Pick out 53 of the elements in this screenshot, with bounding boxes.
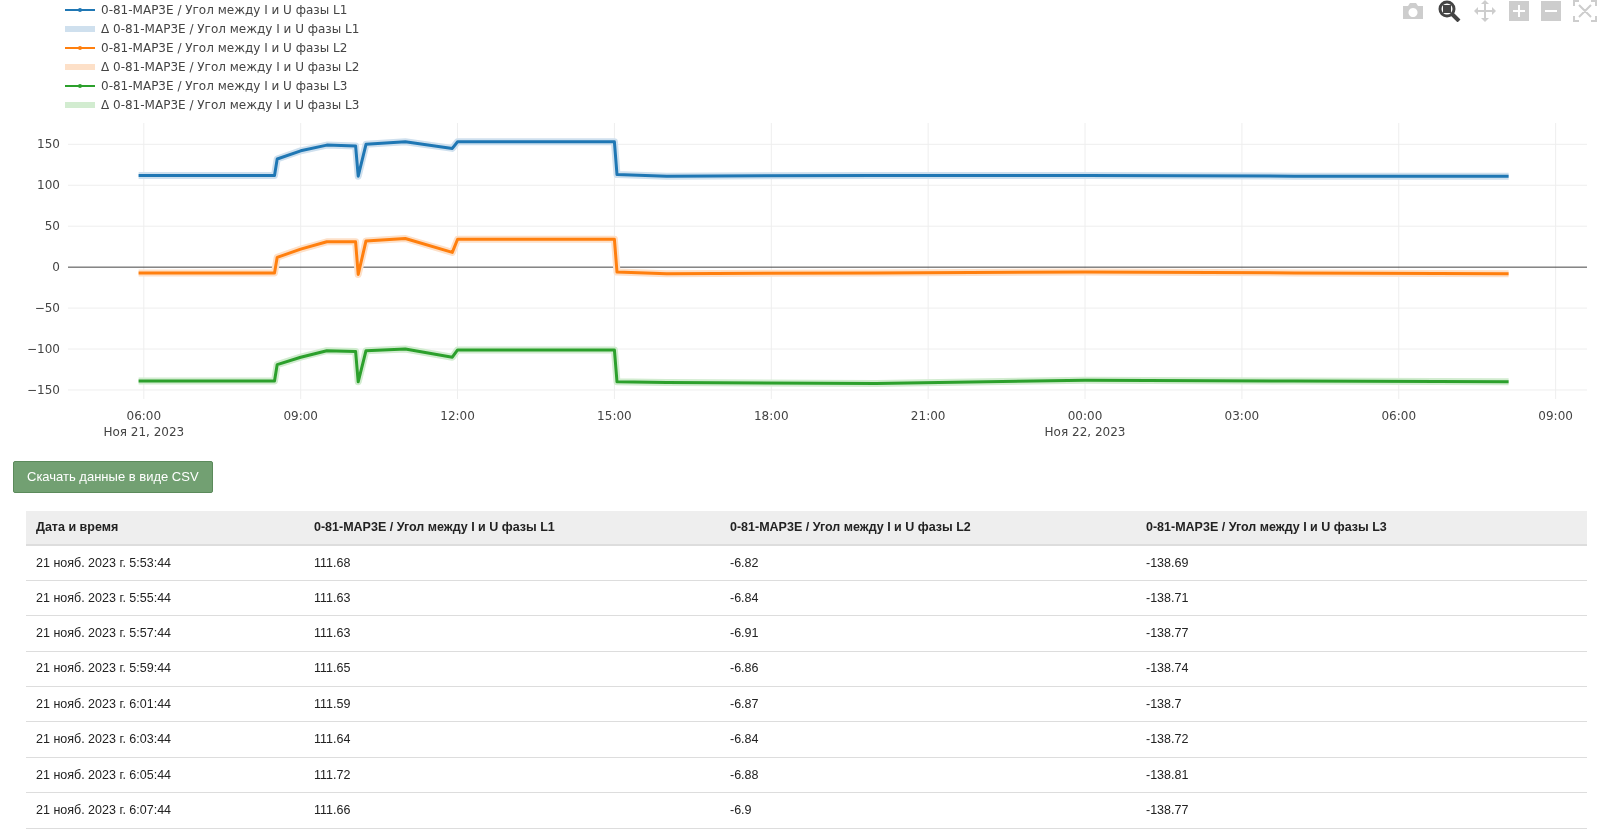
- x-tick-label: 09:00: [283, 409, 318, 423]
- table-cell: 111.68: [304, 545, 720, 581]
- x-tick-label: 21:00: [910, 409, 946, 423]
- y-tick-label: −150: [27, 383, 60, 397]
- y-tick-label: 100: [37, 178, 60, 193]
- x-tick-label: 09:00: [1538, 409, 1573, 423]
- table-cell: -6.87: [720, 686, 1136, 722]
- x-tick-label: 00:00 Ноя 22, 2023: [1044, 409, 1126, 439]
- table-cell: -138.72: [1136, 721, 1587, 758]
- table-cell: 111.64: [304, 721, 720, 758]
- table-cell: 21 нояб. 2023 г. 6:07:44: [26, 792, 304, 829]
- y-tick-label: 0: [52, 260, 60, 275]
- table-cell: -6.82: [720, 545, 1136, 581]
- x-tick-label: 06:00 Ноя 21, 2023: [103, 409, 185, 439]
- table-cell: -138.71: [1136, 580, 1587, 616]
- table-cell: 111.72: [304, 757, 720, 793]
- column-header: 0-81-MAP3E / Угол между I и U фазы L2: [720, 511, 1136, 545]
- y-tick-label: 50: [44, 219, 60, 234]
- table-cell: -138.7: [1136, 686, 1587, 722]
- table-cell: -6.84: [720, 580, 1136, 616]
- table-cell: 21 нояб. 2023 г. 6:05:44: [26, 757, 304, 793]
- table-cell: -138.77: [1136, 792, 1587, 829]
- y-tick-label: −50: [34, 301, 60, 316]
- table-cell: -138.74: [1136, 651, 1587, 687]
- table-cell: -138.77: [1136, 615, 1587, 652]
- table-cell: 111.59: [304, 686, 720, 722]
- column-header: 0-81-MAP3E / Угол между I и U фазы L3: [1136, 511, 1587, 545]
- column-header: 0-81-MAP3E / Угол между I и U фазы L1: [304, 511, 720, 545]
- y-tick-label: 150: [37, 137, 60, 152]
- table-cell: 21 нояб. 2023 г. 5:59:44: [26, 651, 304, 687]
- table-cell: 21 нояб. 2023 г. 5:53:44: [26, 545, 304, 581]
- table-cell: -138.69: [1136, 545, 1587, 581]
- table-cell: 21 нояб. 2023 г. 5:57:44: [26, 615, 304, 652]
- table-cell: 21 нояб. 2023 г. 6:03:44: [26, 721, 304, 758]
- x-tick-label: 06:00: [1381, 409, 1417, 423]
- table-cell: -6.88: [720, 757, 1136, 793]
- table-cell: -6.86: [720, 651, 1136, 687]
- table-cell: 21 нояб. 2023 г. 5:55:44: [26, 580, 304, 616]
- table-cell: -6.91: [720, 615, 1136, 652]
- table-cell: -6.84: [720, 721, 1136, 758]
- x-tick-label: 12:00: [440, 409, 475, 423]
- x-tick-label: 15:00: [597, 409, 632, 423]
- table-cell: 21 нояб. 2023 г. 6:01:44: [26, 686, 304, 722]
- x-tick-label: 03:00: [1224, 409, 1260, 423]
- x-tick-label: 18:00: [754, 409, 789, 423]
- table-cell: -138.81: [1136, 757, 1587, 793]
- y-tick-label: −100: [27, 342, 60, 357]
- table-cell: 111.63: [304, 615, 720, 652]
- table-cell: 111.65: [304, 651, 720, 687]
- table-cell: 111.63: [304, 580, 720, 616]
- table-cell: 111.66: [304, 792, 720, 829]
- column-header: Дата и время: [26, 511, 304, 545]
- table-cell: -6.9: [720, 792, 1136, 829]
